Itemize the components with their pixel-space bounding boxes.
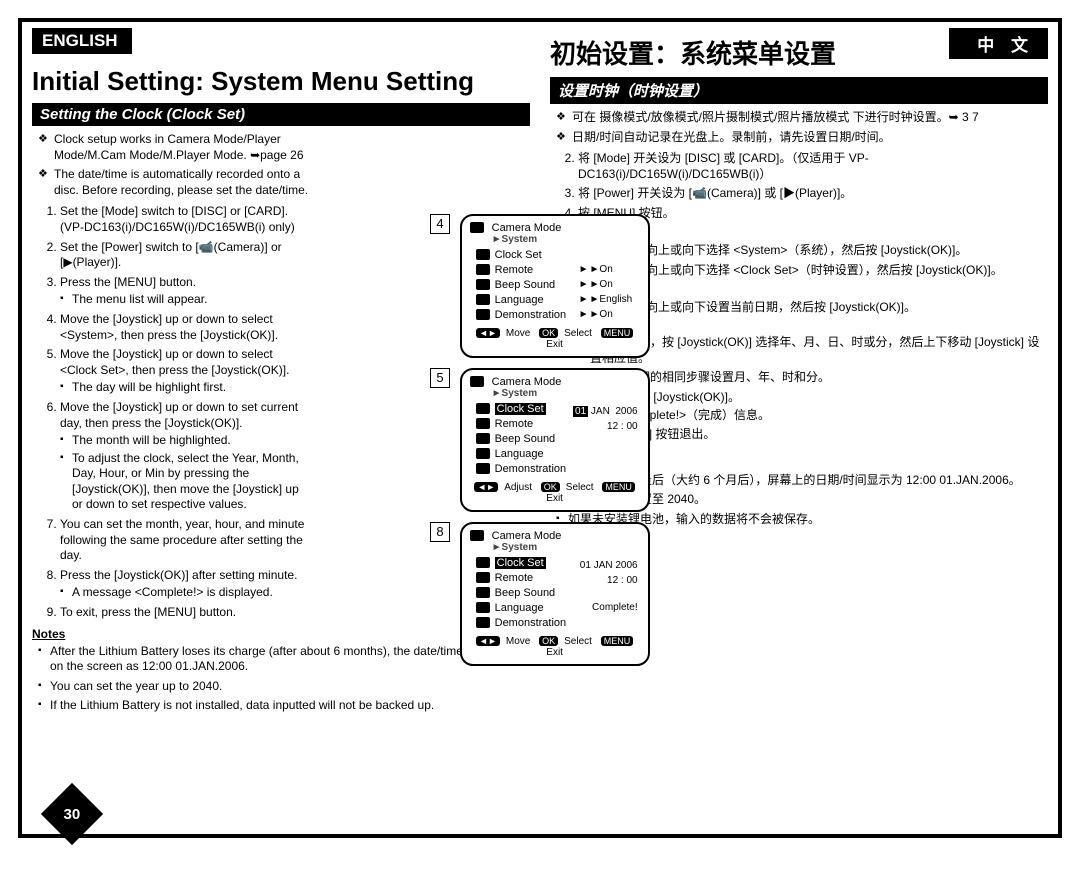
step: 将 [Mode] 开关设为 [DISC] 或 [CARD]。（仅适用于 VP-D… — [578, 151, 1048, 182]
page-number: 30 — [41, 783, 103, 845]
camera-icon — [470, 376, 484, 387]
step: You can set the month, year, hour, and m… — [60, 517, 310, 564]
menu-icon — [476, 463, 490, 474]
callout-number: 4 — [430, 214, 450, 234]
subhead-en: Setting the Clock (Clock Set) — [32, 103, 530, 126]
step: Set the [Mode] switch to [DISC] or [CARD… — [60, 204, 310, 235]
bullet: 可在 摄像模式/放像模式/照片摄制模式/照片播放模式 下进行时钟设置。➥ 3 7 — [556, 110, 1048, 126]
screenshot-block: 8 Camera Mode ►System 01 JAN 2006 12 : 0… — [430, 522, 682, 676]
callout-number: 8 — [430, 522, 450, 542]
menu-icon — [476, 602, 490, 613]
steps-en: Set the [Mode] switch to [DISC] or [CARD… — [38, 204, 310, 620]
bullet: Clock setup works in Camera Mode/Player … — [38, 132, 310, 163]
menu-icon — [476, 433, 490, 444]
bullet: The date/time is automatically recorded … — [38, 167, 310, 198]
menu-icon — [476, 448, 490, 459]
step: Move the [Joystick] up or down to set cu… — [60, 400, 310, 513]
menu-icon — [476, 309, 490, 320]
date-value: 01 JAN 2006 — [580, 560, 638, 571]
step: Press the [Joystick(OK)] after setting m… — [60, 568, 310, 601]
subhead-zh: 设置时钟（时钟设置） — [550, 77, 1048, 104]
menu-icon — [476, 572, 490, 583]
bullet: 日期/时间自动记录在光盘上。录制前，请先设置日期/时间。 — [556, 130, 1048, 146]
nav-bar: ◄►Move OKSelect MENUExit — [468, 636, 642, 658]
lcd-screen: Camera Mode ►System Clock Set Remote►►On… — [460, 214, 650, 358]
lcd-screen: Camera Mode ►System 01 JAN 2006 12 : 00 … — [460, 522, 650, 666]
lcd-screenshots: 4 Camera Mode ►System Clock Set Remote►►… — [430, 214, 682, 676]
menu-icon — [476, 249, 490, 260]
manual-page: ENGLISH Initial Setting: System Menu Set… — [18, 18, 1062, 838]
step: 将 [Power] 开关设为 [📹(Camera)] 或 [▶(Player)]… — [578, 186, 1048, 202]
step: Move the [Joystick] up or down to select… — [60, 312, 310, 343]
intro-bullets-zh: 可在 摄像模式/放像模式/照片摄制模式/照片播放模式 下进行时钟设置。➥ 3 7… — [556, 110, 1048, 145]
menu-icon — [476, 418, 490, 429]
time-value: 12 : 00 — [607, 575, 638, 586]
menu-icon — [476, 279, 490, 290]
nav-bar: ◄►Adjust OKSelect MENUExit — [468, 482, 642, 504]
menu-icon — [476, 587, 490, 598]
step: Set the [Power] switch to [📹(Camera)] or… — [60, 240, 310, 271]
page-title-en: Initial Setting: System Menu Setting — [32, 66, 530, 97]
date-value: 01 JAN 2006 — [573, 406, 638, 417]
lang-tab-english: ENGLISH — [32, 28, 132, 54]
time-value: 12 : 00 — [607, 421, 638, 432]
step: Move the [Joystick] up or down to select… — [60, 347, 310, 396]
screenshot-block: 5 Camera Mode ►System 01 JAN 2006 12 : 0… — [430, 368, 682, 522]
step: Press the [MENU] button. The menu list w… — [60, 275, 310, 308]
intro-bullets-en: Clock setup works in Camera Mode/Player … — [38, 132, 310, 198]
menu-icon — [476, 264, 490, 275]
lcd-screen: Camera Mode ►System 01 JAN 2006 12 : 00 … — [460, 368, 650, 512]
menu-icon — [476, 617, 490, 628]
menu-icon — [476, 557, 490, 568]
menu-icon — [476, 403, 490, 414]
complete-msg: Complete! — [592, 602, 638, 613]
lang-tab-chinese: 中 文 — [949, 28, 1048, 59]
screenshot-block: 4 Camera Mode ►System Clock Set Remote►►… — [430, 214, 682, 368]
callout-number: 5 — [430, 368, 450, 388]
camera-icon — [470, 222, 484, 233]
camera-icon — [470, 530, 484, 541]
menu-icon — [476, 294, 490, 305]
nav-bar: ◄►Move OKSelect MENUExit — [468, 328, 642, 350]
step: To exit, press the [MENU] button. — [60, 605, 310, 621]
